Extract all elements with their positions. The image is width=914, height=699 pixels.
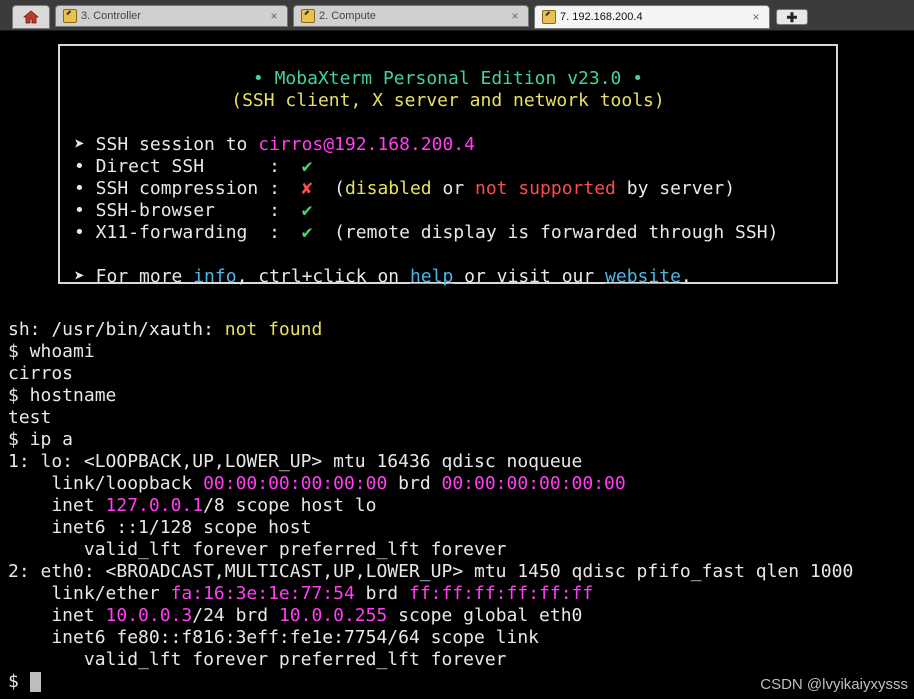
- website-link[interactable]: website: [605, 266, 681, 287]
- link-line: link/loopback 00:00:00:00:00:00 brd 00:0…: [8, 473, 626, 494]
- interface-header: 1: lo: <LOOPBACK,UP,LOWER_UP> mtu 16436 …: [8, 451, 583, 472]
- command-line: $ whoami: [8, 341, 95, 362]
- close-icon[interactable]: ×: [749, 10, 763, 24]
- command-line: $ hostname: [8, 385, 117, 406]
- output-line: cirros: [8, 363, 74, 384]
- feature-direct-ssh: • Direct SSH : ✔: [74, 156, 313, 177]
- help-link[interactable]: help: [410, 266, 453, 287]
- tab-bar: 3. Controller × 2. Compute × 7. 192.168.…: [0, 0, 914, 31]
- close-icon[interactable]: ×: [508, 9, 522, 23]
- banner-title: • MobaXterm Personal Edition v23.0 •: [252, 68, 644, 89]
- valid-lft-line: valid_lft forever preferred_lft forever: [8, 649, 507, 670]
- feature-ssh-browser: • SSH-browser : ✔: [74, 200, 313, 221]
- feature-x11-forwarding: • X11-forwarding : ✔ (remote display is …: [74, 222, 779, 243]
- check-icon: ✔: [301, 222, 313, 243]
- interface-header: 2: eth0: <BROADCAST,MULTICAST,UP,LOWER_U…: [8, 561, 854, 582]
- output-line: test: [8, 407, 52, 428]
- new-tab-button[interactable]: ✚: [776, 9, 808, 25]
- info-link[interactable]: info: [193, 266, 236, 287]
- check-icon: ✔: [301, 156, 313, 177]
- welcome-banner: • MobaXterm Personal Edition v23.0 • (SS…: [58, 44, 838, 287]
- valid-lft-line: valid_lft forever preferred_lft forever: [8, 539, 507, 560]
- inet-line: inet 127.0.0.1/8 scope host lo: [8, 495, 377, 516]
- tab-session-active[interactable]: 7. 192.168.200.4 ×: [534, 5, 770, 29]
- inet6-line: inet6 ::1/128 scope host: [8, 517, 312, 538]
- banner-subtitle: (SSH client, X server and network tools): [231, 90, 665, 111]
- terminal-icon: [542, 10, 556, 24]
- home-icon: [23, 10, 39, 24]
- ssh-session-line: ➤ SSH session to cirros@192.168.200.4: [74, 134, 475, 155]
- feature-ssh-compression: • SSH compression : ✘ (disabled or not s…: [74, 178, 736, 199]
- inet-line: inet 10.0.0.3/24 brd 10.0.0.255 scope gl…: [8, 605, 583, 626]
- home-tab[interactable]: [12, 5, 50, 29]
- text-cursor: [30, 672, 41, 692]
- session-target: cirros@192.168.200.4: [258, 134, 475, 155]
- command-line: $ ip a: [8, 429, 74, 450]
- shell-prompt: $: [8, 671, 30, 692]
- tab-controller[interactable]: 3. Controller ×: [55, 5, 288, 27]
- xauth-line: sh: /usr/bin/xauth: not found: [8, 319, 323, 340]
- tab-label: 3. Controller: [81, 10, 141, 22]
- tab-label: 7. 192.168.200.4: [560, 11, 643, 23]
- watermark: CSDN @lvyikaiyxysss: [760, 676, 908, 693]
- close-icon[interactable]: ×: [267, 9, 281, 23]
- tab-compute[interactable]: 2. Compute ×: [293, 5, 529, 27]
- terminal-icon: [63, 9, 77, 23]
- link-line: link/ether fa:16:3e:1e:77:54 brd ff:ff:f…: [8, 583, 594, 604]
- more-info-line: ➤ For more info, ctrl+click on help or v…: [74, 266, 692, 287]
- cross-icon: ✘: [301, 178, 313, 199]
- terminal-icon: [301, 9, 315, 23]
- check-icon: ✔: [301, 200, 313, 221]
- inet6-line: inet6 fe80::f816:3eff:fe1e:7754/64 scope…: [8, 627, 540, 648]
- terminal-area[interactable]: • MobaXterm Personal Edition v23.0 • (SS…: [0, 31, 914, 699]
- tab-label: 2. Compute: [319, 10, 376, 22]
